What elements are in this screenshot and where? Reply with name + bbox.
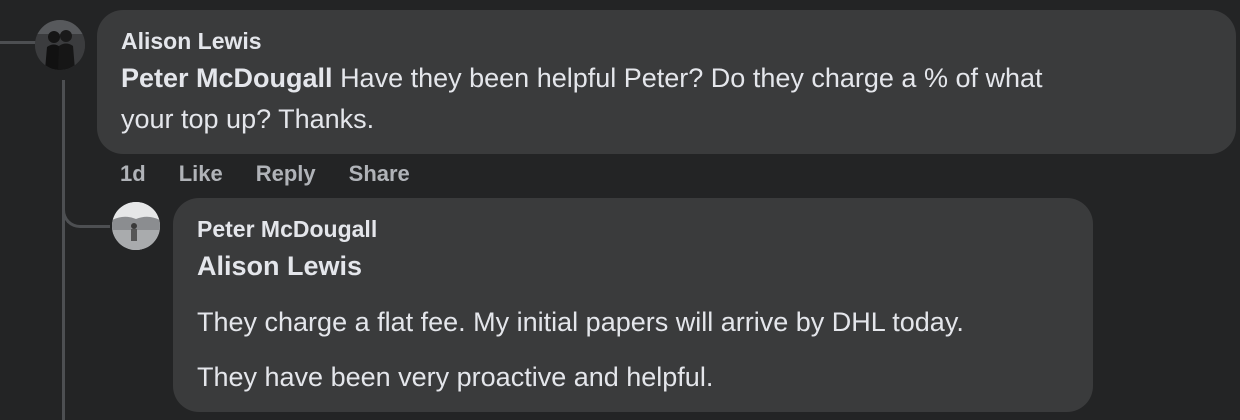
comment-text: Peter McDougall Have they been helpful P… [121,58,1043,99]
thread-vertical-line [62,80,65,420]
like-button[interactable]: Like [179,161,223,187]
reply-button[interactable]: Reply [256,161,316,187]
thread-connector-line [0,41,40,44]
comment-text-line1: Have they been helpful Peter? Do they ch… [340,63,1043,93]
mention-link[interactable]: Alison Lewis [197,246,362,287]
share-button[interactable]: Share [349,161,410,187]
comment-thread: Alison Lewis Peter McDougall Have they b… [0,0,1240,420]
avatar[interactable] [35,20,85,70]
reply-connector-curve [62,190,110,228]
comment-actions: 1d Like Reply Share [120,159,443,189]
alison-avatar-photo [35,20,85,70]
comment-timestamp[interactable]: 1d [120,161,146,187]
peter-avatar-photo [112,202,160,250]
reply-paragraph: They charge a flat fee. My initial paper… [197,307,964,337]
comment-text-line2: your top up? Thanks. [121,104,375,134]
mention-link[interactable]: Peter McDougall [121,63,333,93]
reply-author-name[interactable]: Peter McDougall [197,216,377,243]
avatar[interactable] [112,202,160,250]
comment-author-name[interactable]: Alison Lewis [121,28,262,55]
reply-paragraph: They have been very proactive and helpfu… [197,362,714,392]
